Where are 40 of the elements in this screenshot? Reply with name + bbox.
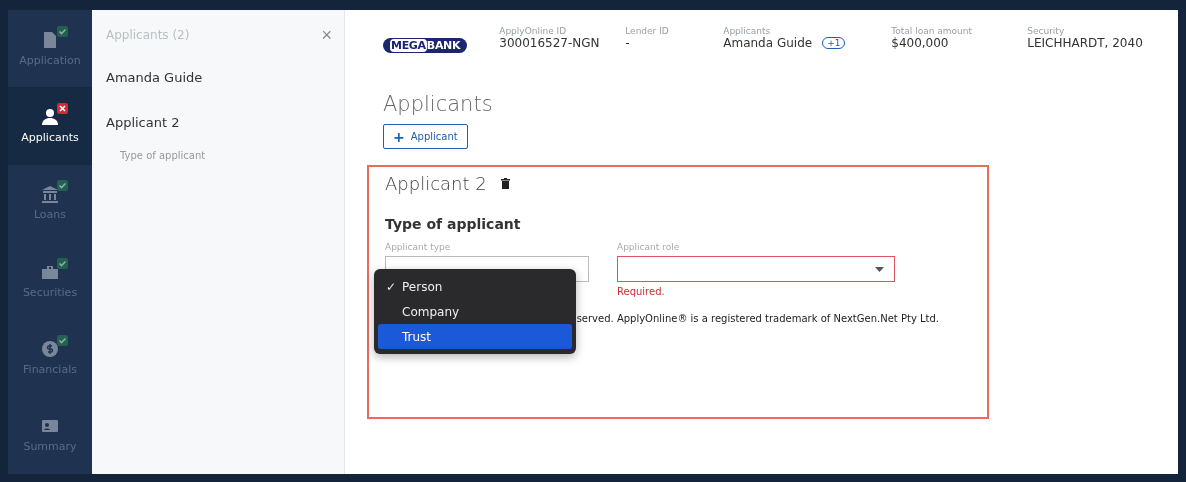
check-badge-icon bbox=[57, 257, 68, 269]
bank-icon bbox=[41, 185, 59, 204]
header-value: $400,000 bbox=[891, 36, 949, 50]
field-label: Applicant type bbox=[385, 242, 452, 252]
header-value: 300016527-NGN bbox=[499, 36, 600, 50]
check-badge-icon bbox=[57, 180, 68, 192]
trash-icon[interactable] bbox=[500, 178, 510, 189]
add-applicant-button[interactable]: + Applicant bbox=[383, 124, 468, 149]
footer-text: served. ApplyOnline® is a registered trademark of NextGen.Net Pty Ltd. bbox=[576, 313, 939, 324]
header-value: Amanda Guide bbox=[723, 36, 813, 50]
section-heading: Type of applicant bbox=[385, 216, 522, 232]
check-badge-icon bbox=[57, 334, 68, 346]
document-icon bbox=[41, 30, 59, 49]
page-title: Applicants bbox=[383, 92, 494, 116]
caret-icon bbox=[875, 266, 884, 272]
header-label: Security bbox=[1027, 26, 1066, 36]
check-badge-icon bbox=[57, 25, 68, 37]
header-value: - bbox=[625, 36, 630, 50]
header-label: ApplyOnline ID bbox=[499, 26, 568, 36]
dropdown-option[interactable]: Trust bbox=[378, 324, 572, 349]
header-label: Lender ID bbox=[625, 26, 670, 36]
nav-item[interactable]: Applicants bbox=[8, 87, 92, 165]
error-badge-icon bbox=[57, 103, 68, 114]
card-title: Applicant 2 bbox=[385, 173, 487, 194]
error-message: Required. bbox=[617, 286, 666, 297]
header-value: LEICHHARDT, 2040 bbox=[1027, 36, 1143, 50]
header-label: Applicants bbox=[723, 26, 772, 36]
check-icon: ✓ bbox=[385, 279, 397, 294]
header-label: Total loan amount bbox=[891, 26, 973, 36]
dollar-icon bbox=[41, 339, 59, 358]
dropdown-option[interactable]: Company bbox=[378, 299, 572, 324]
bank-logo: MEGABANK bbox=[383, 38, 468, 53]
dropdown-option[interactable]: ✓ Person bbox=[378, 274, 572, 299]
panel-item[interactable]: Applicant 2 bbox=[106, 115, 330, 130]
close-button[interactable]: × bbox=[317, 24, 336, 46]
field-label: Applicant role bbox=[617, 242, 681, 252]
panel-item[interactable]: Amanda Guide bbox=[106, 70, 330, 85]
panel-title: Applicants (2) bbox=[106, 28, 190, 42]
select-field[interactable] bbox=[617, 256, 895, 282]
person-icon bbox=[41, 108, 59, 126]
